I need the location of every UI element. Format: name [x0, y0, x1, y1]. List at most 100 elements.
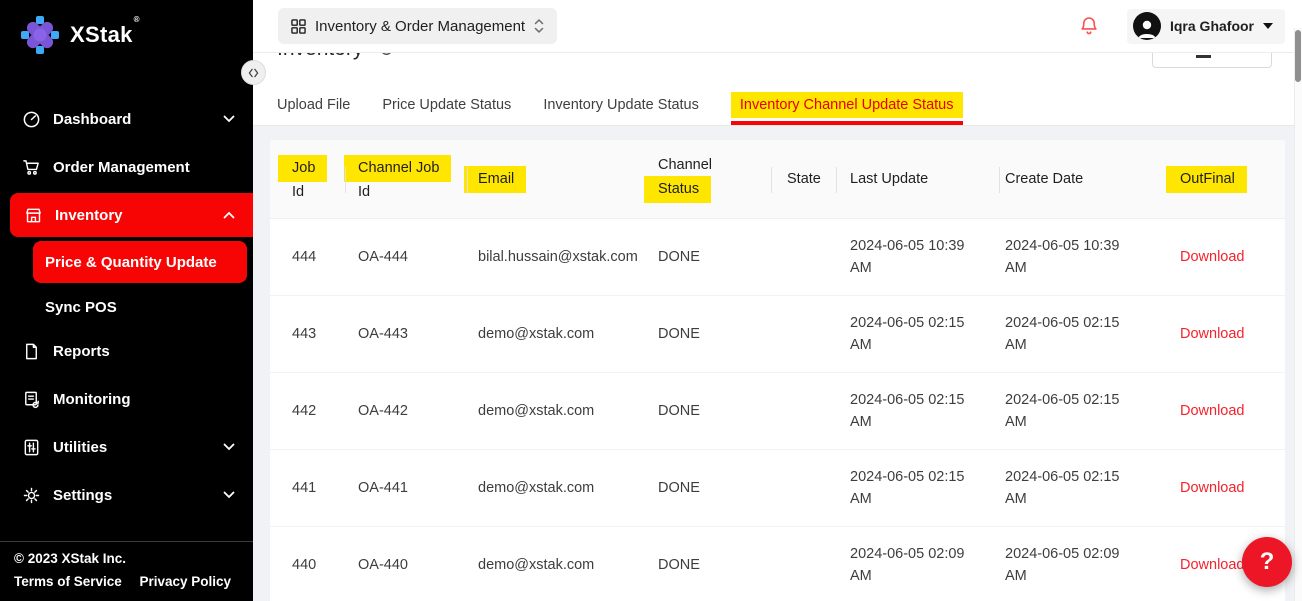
cell-email: demo@xstak.com — [478, 477, 658, 499]
sidebar-item-order-management[interactable]: Order Management — [0, 143, 253, 191]
app-switcher-button[interactable]: Inventory & Order Management — [278, 8, 557, 44]
sliders-icon — [22, 438, 41, 457]
up-down-chevrons-icon — [534, 18, 544, 34]
sidebar-menu: Dashboard Order Management Inventory Pri… — [0, 95, 253, 519]
header-text: Last Update — [850, 169, 928, 190]
cell-channel-job-id: OA-441 — [358, 477, 478, 499]
grid-icon — [291, 19, 306, 34]
chevron-up-icon — [223, 211, 235, 219]
cell-email: demo@xstak.com — [478, 400, 658, 422]
column-header-email: Email — [478, 166, 658, 193]
table-row-job-440: 440OA-440demo@xstak.comDONE2024-06-05 02… — [270, 527, 1285, 601]
main-area: Inventory & Order Management Iqra Ghafoo… — [253, 0, 1302, 601]
user-name: Iqra Ghafoor — [1170, 18, 1254, 34]
download-link[interactable]: Download — [1180, 477, 1285, 499]
avatar — [1133, 12, 1161, 40]
sidebar-subitem-label: Sync POS — [45, 299, 117, 316]
notification-bell-icon[interactable] — [1079, 15, 1099, 37]
cell-channel-status: DONE — [658, 246, 787, 268]
download-link[interactable]: Download — [1180, 400, 1285, 422]
cell-job-id: 443 — [292, 323, 358, 345]
brand-logo[interactable]: XStak® — [0, 0, 253, 56]
scrollbar-thumb[interactable] — [1295, 30, 1301, 82]
partially-scrolled-button[interactable] — [1152, 53, 1272, 68]
header-text-highlighted: Channel Job — [344, 155, 451, 182]
table-body: 444OA-444bilal.hussain@xstak.comDONE2024… — [270, 219, 1285, 601]
store-icon — [24, 206, 43, 225]
column-header-channel-status: ChannelStatus — [658, 155, 787, 203]
cell-email: demo@xstak.com — [478, 323, 658, 345]
sidebar-subitem-sync-pos[interactable]: Sync POS — [33, 287, 247, 327]
column-header-outfinal: OutFinal — [1180, 166, 1285, 193]
tab-inventory-update-status[interactable]: Inventory Update Status — [543, 97, 699, 113]
cell-job-id: 442 — [292, 400, 358, 422]
column-header-state: State — [787, 169, 850, 190]
chevron-down-icon — [223, 491, 235, 499]
cell-last-update: 2024-06-05 02:09 AM — [850, 543, 972, 587]
button-glyph-fragment — [1196, 55, 1211, 58]
cell-channel-status: DONE — [658, 477, 787, 499]
cart-icon — [22, 158, 41, 177]
cell-last-update: 2024-06-05 02:15 AM — [850, 312, 972, 356]
sidebar-item-inventory[interactable]: Inventory — [10, 193, 253, 237]
column-separator — [345, 167, 346, 193]
tab-inventory-channel-update-status[interactable]: Inventory Channel Update Status — [731, 92, 963, 118]
sidebar-item-label: Dashboard — [53, 111, 223, 128]
sidebar-item-reports[interactable]: Reports — [0, 327, 253, 375]
cell-job-id: 441 — [292, 477, 358, 499]
header-text-highlighted: Status — [644, 176, 711, 203]
column-separator — [999, 167, 1000, 193]
gear-icon — [22, 486, 41, 505]
report-icon — [22, 342, 41, 361]
trademark-mark: ® — [134, 15, 140, 24]
cell-job-id: 444 — [292, 246, 358, 268]
header-text: State — [787, 169, 821, 190]
cell-create-date: 2024-06-05 02:15 AM — [1005, 389, 1127, 433]
terms-of-service-link[interactable]: Terms of Service — [14, 574, 122, 589]
cell-create-date: 2024-06-05 10:39 AM — [1005, 235, 1127, 279]
chevron-down-icon — [223, 115, 235, 123]
sidebar-item-label: Order Management — [53, 159, 235, 176]
sidebar-footer: © 2023 XStak Inc. Terms of Service Priva… — [0, 541, 253, 601]
column-header-create-date: Create Date — [1005, 169, 1180, 190]
user-menu-button[interactable]: Iqra Ghafoor — [1127, 9, 1285, 44]
collapse-chevrons-icon — [248, 68, 259, 78]
tab-upload-file[interactable]: Upload File — [277, 97, 350, 113]
header-text: Channel — [658, 155, 712, 176]
sidebar-item-utilities[interactable]: Utilities — [0, 423, 253, 471]
cell-channel-job-id: OA-442 — [358, 400, 478, 422]
refresh-icon[interactable] — [379, 53, 394, 57]
column-header-channel-job-id: Channel JobId — [358, 155, 478, 203]
download-link[interactable]: Download — [1180, 246, 1285, 268]
page-heading-clipped: Inventory — [277, 53, 394, 61]
help-button[interactable]: ? — [1242, 537, 1292, 587]
cell-channel-job-id: OA-444 — [358, 246, 478, 268]
cell-channel-status: DONE — [658, 400, 787, 422]
scrollbar-track[interactable] — [1294, 28, 1302, 601]
xstak-logo-icon — [20, 15, 60, 55]
cell-email: bilal.hussain@xstak.com — [478, 246, 658, 268]
sidebar-item-label: Settings — [53, 487, 223, 504]
cell-job-id: 440 — [292, 554, 358, 576]
tab-price-update-status[interactable]: Price Update Status — [382, 97, 511, 113]
sidebar-item-settings[interactable]: Settings — [0, 471, 253, 519]
table-row-job-441: 441OA-441demo@xstak.comDONE 2024-06-05 02… — [270, 450, 1285, 527]
chevron-down-icon — [223, 443, 235, 451]
header-text: Id — [358, 182, 370, 203]
privacy-policy-link[interactable]: Privacy Policy — [139, 574, 231, 589]
sidebar-subitem-price-quantity-update[interactable]: Price & Quantity Update — [33, 241, 247, 283]
cell-email: demo@xstak.com — [478, 554, 658, 576]
sidebar-collapse-toggle[interactable] — [241, 60, 266, 85]
copyright-text: © 2023 XStak Inc. — [14, 551, 231, 566]
cell-create-date: 2024-06-05 02:15 AM — [1005, 466, 1127, 510]
table-row-job-443: 443OA-443demo@xstak.comDONE2024-06-05 02… — [270, 296, 1285, 373]
header-text-highlighted: Job — [278, 155, 327, 182]
results-table-card: JobIdChannel JobIdEmailChannelStatusStat… — [270, 140, 1285, 601]
sidebar-item-monitoring[interactable]: Monitoring — [0, 375, 253, 423]
download-link[interactable]: Download — [1180, 323, 1285, 345]
sidebar-item-dashboard[interactable]: Dashboard — [0, 95, 253, 143]
sidebar: XStak® Dashboard Order Management Invent… — [0, 0, 253, 601]
top-navbar: Inventory & Order Management Iqra Ghafoo… — [253, 0, 1302, 53]
cell-create-date: 2024-06-05 02:15 AM — [1005, 312, 1127, 356]
table-header-row: JobIdChannel JobIdEmailChannelStatusStat… — [270, 140, 1285, 219]
